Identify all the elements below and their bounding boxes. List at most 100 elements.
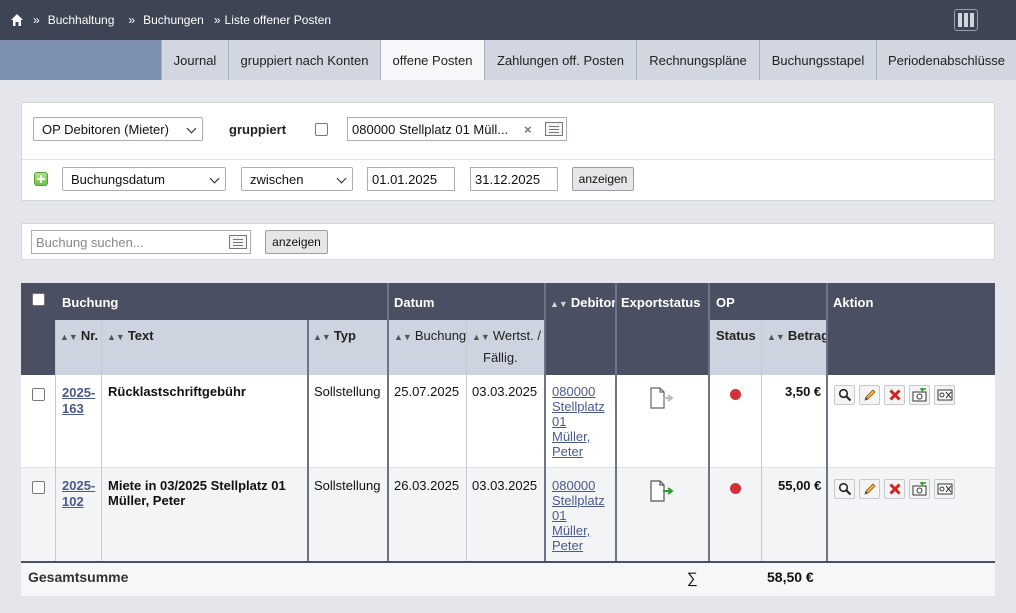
- split-icon[interactable]: [934, 385, 955, 405]
- value-date: 03.03.2025: [472, 384, 538, 399]
- breadcrumb-item-current: Liste offener Posten: [224, 13, 332, 27]
- booking-date: 26.03.2025: [394, 478, 460, 493]
- col-betrag[interactable]: ▲▼ Betrag: [767, 328, 829, 343]
- col-text[interactable]: ▲▼ Text: [107, 328, 154, 343]
- col-buchung-date[interactable]: ▲▼ Buchung: [394, 328, 466, 343]
- sort-icon: ▲▼: [107, 332, 125, 342]
- date-field-value: Buchungsdatum: [71, 171, 165, 187]
- edit-pencil-icon[interactable]: [859, 479, 880, 499]
- col-debitor[interactable]: ▲▼ Debitor: [550, 295, 616, 310]
- tab-journal[interactable]: Journal: [161, 40, 228, 80]
- column-toggle-button[interactable]: [954, 9, 978, 31]
- sort-icon: ▲▼: [767, 332, 785, 342]
- search-input[interactable]: Buchung suchen...: [31, 230, 251, 254]
- date-operator-value: zwischen: [250, 171, 304, 187]
- tab-booking-batches[interactable]: Buchungsstapel: [759, 40, 876, 80]
- booking-number-link[interactable]: 2025- 163: [62, 385, 95, 417]
- booking-text: Miete in 03/2025 Stellplatz 01 Müller, P…: [108, 478, 286, 508]
- rebook-icon[interactable]: [909, 479, 930, 499]
- clear-icon[interactable]: ×: [524, 122, 532, 137]
- export-pending-icon: [650, 387, 674, 409]
- col-group-buchung: Buchung: [62, 295, 119, 310]
- grouped-checkbox[interactable]: [315, 123, 328, 136]
- open-items-table: Buchung Datum ▲▼ Debitor Exportstatus OP …: [21, 283, 995, 596]
- date-from-input[interactable]: 01.01.2025: [367, 167, 455, 191]
- sort-icon: ▲▼: [394, 332, 412, 342]
- column-icon: [958, 13, 962, 27]
- booking-type: Sollstellung: [314, 478, 381, 493]
- col-aktion: Aktion: [833, 295, 874, 310]
- tab-open-items[interactable]: offene Posten: [380, 40, 484, 80]
- booking-number-link[interactable]: 2025- 102: [62, 478, 95, 510]
- split-icon[interactable]: [934, 479, 955, 499]
- op-type-select[interactable]: OP Debitoren (Mieter): [33, 117, 203, 141]
- add-filter-icon[interactable]: [34, 172, 48, 186]
- date-to-value: 31.12.2025: [475, 171, 541, 187]
- top-bar: » Buchhaltung » Buchungen » Liste offene…: [0, 0, 1016, 40]
- home-icon[interactable]: [10, 13, 24, 27]
- total-label: Gesamtsumme: [28, 569, 129, 585]
- breadcrumb-separator: »: [128, 13, 136, 27]
- account-input[interactable]: 080000 Stellplatz 01 Müll... ×: [347, 117, 567, 141]
- export-done-icon: [650, 480, 674, 502]
- date-from-value: 01.01.2025: [372, 171, 438, 187]
- tab-bar: Journal gruppiert nach Konten offene Pos…: [0, 40, 1016, 80]
- breadcrumb-item-buchhaltung[interactable]: Buchhaltung: [48, 13, 115, 27]
- delete-x-icon[interactable]: [884, 479, 905, 499]
- chevron-down-icon: [209, 173, 220, 184]
- row-checkbox[interactable]: [32, 388, 45, 401]
- sort-icon: ▲▼: [60, 332, 78, 342]
- search-icon[interactable]: [834, 385, 855, 405]
- breadcrumb-separator: »: [33, 13, 40, 27]
- grouped-label: gruppiert: [229, 122, 287, 137]
- tab-period-closings[interactable]: Periodenabschlüsse: [876, 40, 1016, 80]
- search-icon[interactable]: [834, 479, 855, 499]
- col-nr[interactable]: ▲▼ Nr.: [60, 328, 98, 343]
- date-operator-select[interactable]: zwischen: [241, 167, 353, 191]
- breadcrumb-item-buchungen[interactable]: Buchungen: [143, 13, 204, 27]
- filter-panel: OP Debitoren (Mieter) gruppiert 080000 S…: [21, 102, 995, 201]
- list-picker-icon[interactable]: [229, 235, 247, 249]
- status-open-dot: [730, 483, 741, 494]
- tab-grouped-accounts[interactable]: gruppiert nach Konten: [228, 40, 380, 80]
- sum-icon: ∑: [687, 570, 698, 587]
- debitor-link[interactable]: 080000 Stellplatz 01 Müller, Peter: [552, 384, 605, 459]
- col-typ[interactable]: ▲▼ Typ: [313, 328, 356, 343]
- booking-text: Rücklastschriftgebühr: [108, 384, 246, 399]
- total-row: Gesamtsumme ∑ 58,50 €: [21, 561, 995, 596]
- col-group-op: OP: [716, 295, 735, 310]
- edit-pencil-icon[interactable]: [859, 385, 880, 405]
- list-picker-icon[interactable]: [545, 122, 563, 136]
- col-wertst[interactable]: ▲▼ Wertst. /: [472, 328, 541, 343]
- rebook-icon[interactable]: [909, 385, 930, 405]
- total-amount: 58,50 €: [767, 569, 814, 585]
- search-panel: Buchung suchen... anzeigen: [21, 223, 995, 260]
- booking-type: Sollstellung: [314, 384, 381, 399]
- op-type-value: OP Debitoren (Mieter): [42, 121, 169, 137]
- sort-icon: ▲▼: [472, 332, 490, 342]
- delete-x-icon[interactable]: [884, 385, 905, 405]
- filter-show-button[interactable]: anzeigen: [572, 167, 634, 191]
- col-exportstatus: Exportstatus: [621, 295, 701, 310]
- chevron-down-icon: [186, 123, 197, 134]
- row-checkbox[interactable]: [32, 481, 45, 494]
- search-placeholder: Buchung suchen...: [36, 234, 144, 250]
- amount: 3,50 €: [785, 384, 822, 399]
- date-field-select[interactable]: Buchungsdatum: [62, 167, 226, 191]
- breadcrumb: » Buchhaltung » Buchungen » Liste offene…: [0, 13, 331, 27]
- tab-invoice-plans[interactable]: Rechnungspläne: [636, 40, 759, 80]
- search-show-button[interactable]: anzeigen: [265, 230, 328, 254]
- debitor-link[interactable]: 080000 Stellplatz 01 Müller, Peter: [552, 478, 605, 553]
- value-date: 03.03.2025: [472, 478, 538, 493]
- tab-payments-open-items[interactable]: Zahlungen off. Posten: [484, 40, 636, 80]
- col-faellig: Fällig.: [483, 350, 518, 365]
- account-value: 080000 Stellplatz 01 Müll...: [352, 121, 509, 137]
- status-open-dot: [730, 389, 741, 400]
- breadcrumb-separator: »: [213, 13, 221, 27]
- col-group-datum: Datum: [394, 295, 435, 310]
- booking-date: 25.07.2025: [394, 384, 460, 399]
- select-all-checkbox[interactable]: [32, 293, 45, 306]
- chevron-down-icon: [336, 173, 347, 184]
- divider: [22, 159, 994, 160]
- date-to-input[interactable]: 31.12.2025: [470, 167, 558, 191]
